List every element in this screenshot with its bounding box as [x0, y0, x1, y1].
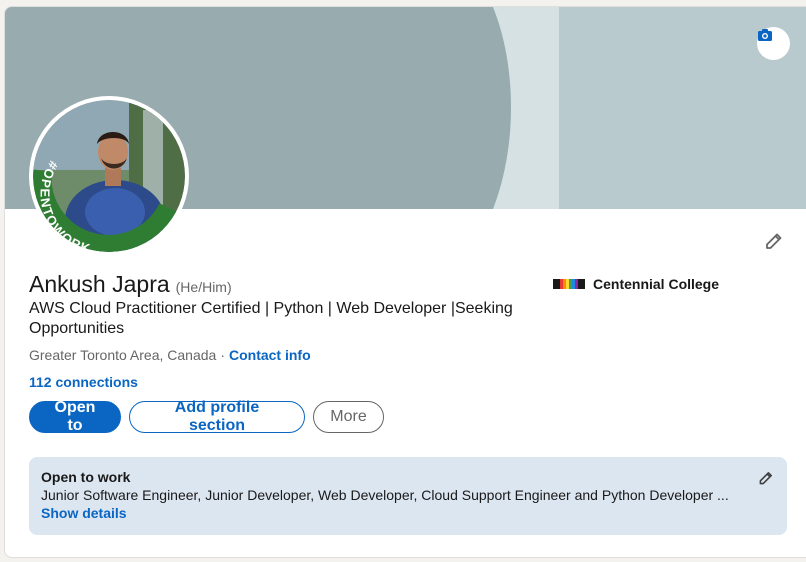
show-details-link[interactable]: Show details [41, 505, 775, 521]
camera-icon [758, 29, 772, 41]
separator-dot: · [220, 347, 225, 363]
pencil-icon [766, 233, 782, 249]
more-button[interactable]: More [313, 401, 384, 433]
profile-headline: AWS Cloud Practitioner Certified | Pytho… [29, 300, 513, 337]
edit-intro-button[interactable] [762, 229, 786, 253]
avatar: #OPENTOWORK [33, 100, 185, 252]
profile-location: Greater Toronto Area, Canada [29, 347, 217, 363]
profile-photo[interactable]: #OPENTOWORK [29, 96, 189, 256]
open-to-work-roles: Junior Software Engineer, Junior Develop… [41, 487, 729, 503]
open-to-work-title: Open to work [41, 469, 131, 485]
connections-link[interactable]: 112 connections [29, 374, 138, 390]
school-name: Centennial College [593, 276, 720, 292]
profile-pronouns: (He/Him) [175, 279, 232, 295]
edit-open-to-work-button[interactable] [757, 469, 775, 487]
name-row: Ankush Japra (He/Him) [29, 271, 232, 298]
open-to-button[interactable]: Open to [29, 399, 121, 434]
education-link[interactable]: Centennial College [553, 276, 719, 292]
profile-card: #OPENTOWORK Ankush Japra (He/Him) AWS Cl… [4, 6, 806, 558]
location-row: Greater Toronto Area, Canada · Contact i… [29, 347, 311, 363]
profile-name: Ankush Japra [29, 271, 170, 297]
profile-actions: Open to Add profile section More [29, 399, 384, 434]
add-profile-section-button[interactable]: Add profile section [129, 399, 305, 434]
open-to-work-card: Open to work Junior Software Engineer, J… [29, 457, 787, 535]
pencil-icon [759, 472, 772, 485]
contact-info-link[interactable]: Contact info [229, 347, 311, 363]
edit-background-button[interactable] [757, 27, 790, 60]
school-logo [553, 279, 585, 289]
